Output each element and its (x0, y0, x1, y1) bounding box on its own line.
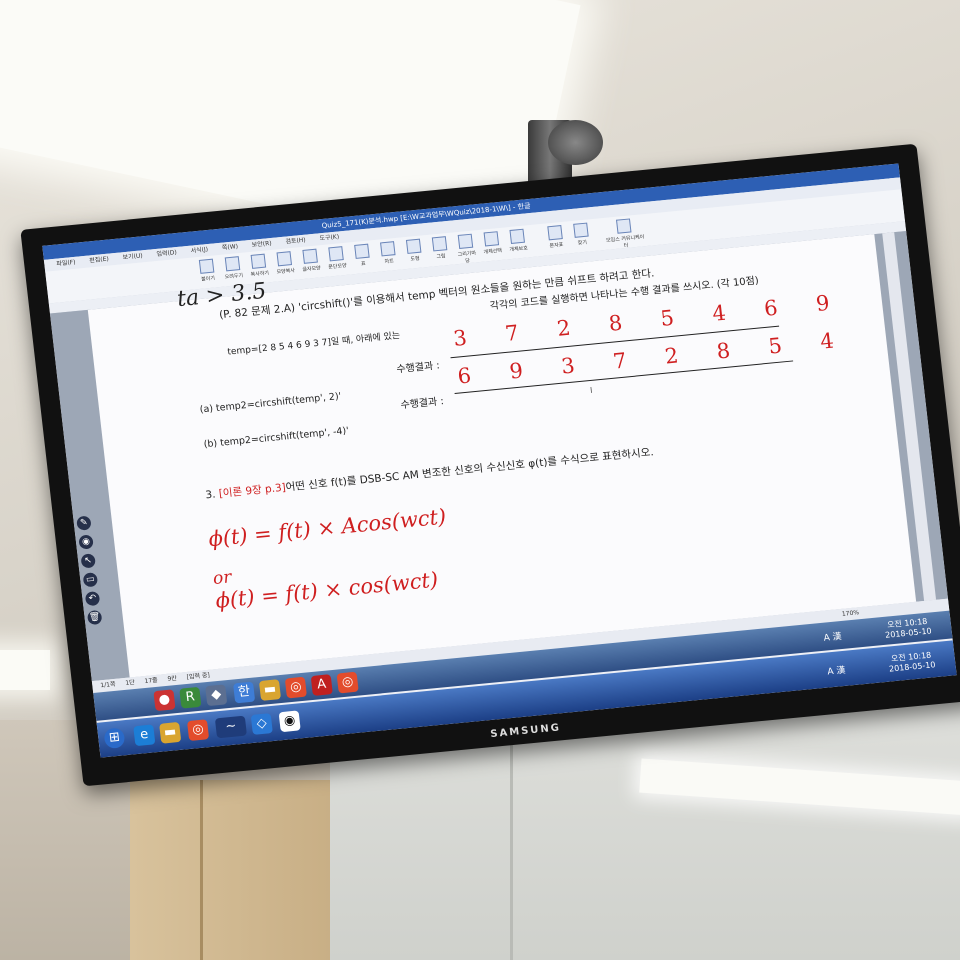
ceiling-light-small (0, 650, 50, 690)
messenger-icon (615, 218, 632, 234)
status-line: 17줄 (144, 676, 159, 686)
app-icon[interactable]: ~ (214, 715, 247, 739)
ribbon-button[interactable]: 찾기 (569, 222, 594, 247)
cabinet-divider (200, 780, 203, 960)
item-b: (b) temp2=circshift(temp', -4)' (203, 425, 350, 451)
ribbon-button[interactable]: 표 (350, 243, 375, 268)
question3-ref: [이론 9장 p.3] (218, 481, 287, 501)
mount-plate (548, 120, 603, 165)
ie-icon[interactable]: e (133, 724, 156, 747)
cut-icon (224, 256, 241, 272)
font-icon (302, 248, 318, 264)
taskbar-clock[interactable]: 오전 10:18 2018-05-10 (884, 616, 933, 640)
item-a: (a) temp2=circshift(temp', 2)' (199, 390, 342, 416)
photo-scene: SAMSUNG Quiz5_171(K)분석.hwp [E:\W교과업무\WQu… (0, 0, 960, 960)
ribbon-button[interactable]: 문단모양 (324, 246, 349, 271)
wood-cabinet (130, 780, 360, 960)
chrome-icon[interactable]: ◎ (336, 671, 359, 694)
text-cursor-icon: I (589, 385, 594, 395)
menu-item[interactable]: 쪽(W) (222, 243, 239, 252)
temp-definition: temp=[2 8 5 4 6 9 3 7]일 때, 아래에 있는 (226, 331, 401, 358)
menu-item[interactable]: 파일(F) (56, 259, 76, 268)
menu-item[interactable]: 편집(E) (89, 256, 109, 265)
result-label-a: 수행결과 : (395, 360, 441, 376)
cursor-icon[interactable]: ↖ (80, 553, 96, 569)
binoculars-icon (573, 222, 589, 238)
symbol-icon (547, 225, 563, 241)
monitor-screen: Quiz5_171(K)분석.hwp [E:\W교과업무\WQuiz\2018-… (42, 163, 957, 758)
ribbon-button[interactable]: 모양복사 (273, 251, 298, 276)
trash-icon[interactable]: 🗑 (86, 609, 103, 626)
location-icon[interactable]: ◉ (278, 710, 301, 733)
folder-icon[interactable]: ▬ (258, 679, 282, 701)
select-icon (483, 231, 500, 247)
menu-item[interactable]: 입력(D) (156, 249, 177, 258)
ribbon-button[interactable]: 글자모양 (298, 248, 323, 273)
menu-item[interactable]: 보기(U) (122, 252, 143, 261)
shape-icon (405, 238, 422, 254)
lock-icon (509, 228, 525, 244)
question3: 3. [이론 9장 p.3]어떤 신호 f(t)를 DSB-SC AM 변조한 … (205, 444, 655, 502)
equation-1: ϕ(t) = f(t) × Acos(wct) (207, 504, 448, 552)
paste-icon (198, 258, 215, 274)
question3-number: 3. (204, 488, 217, 502)
ime-indicator[interactable]: A 漢 (827, 663, 846, 678)
document-page[interactable]: ta > 3.5 (P. 82 문제 2.A) 'circshift()'를 이… (87, 234, 917, 678)
ribbon-button[interactable]: 문자표 (543, 225, 568, 250)
app-icon[interactable]: ◆ (205, 684, 228, 707)
format-painter-icon (276, 251, 293, 267)
ribbon-button[interactable]: 개체선택 (480, 231, 505, 256)
app-icon[interactable]: ◇ (250, 713, 273, 735)
ribbon-button[interactable]: 오려두기 (221, 256, 246, 281)
paragraph-icon (328, 246, 344, 262)
menu-item[interactable]: 보안(R) (251, 240, 272, 249)
glass-mullion (510, 730, 513, 960)
copy-icon (250, 253, 267, 269)
equation-or: or (211, 567, 233, 589)
start-icon[interactable]: ⊞ (103, 727, 126, 750)
picture-icon (431, 236, 448, 252)
status-page: 1/1쪽 (100, 680, 116, 690)
question3-text: 어떤 신호 f(t)를 DSB-SC AM 변조한 신호의 수신신호 φ(t)를… (285, 446, 655, 494)
ribbon-button[interactable]: 그림 (428, 236, 453, 261)
pen-icon[interactable]: ✎ (76, 515, 92, 531)
pdf-icon[interactable]: A (310, 674, 333, 696)
menu-item[interactable]: 서식(J) (190, 246, 208, 255)
app-icon[interactable]: R (179, 686, 202, 709)
hwp-icon[interactable]: 한 (233, 681, 256, 704)
chrome-icon[interactable]: ◎ (284, 676, 307, 699)
app-icon[interactable]: ● (153, 689, 176, 712)
status-mode: [입력 중] (186, 671, 211, 681)
menu-item[interactable]: 검토(H) (285, 237, 306, 246)
taskbar-clock[interactable]: 오전 10:18 2018-05-10 (887, 650, 936, 674)
ime-indicator[interactable]: A 漢 (823, 629, 842, 644)
ribbon-button[interactable]: 붙이기 (195, 258, 220, 283)
result-label-b: 수행결과 : (400, 396, 445, 412)
ribbon-button[interactable]: 차트 (376, 241, 401, 266)
undo-icon[interactable]: ↶ (84, 591, 101, 607)
status-section: 1단 (125, 679, 136, 687)
chrome-icon[interactable]: ◎ (186, 719, 210, 742)
eye-icon[interactable]: ◉ (78, 534, 94, 550)
drawing-icon (457, 233, 474, 249)
table-icon (354, 243, 370, 259)
monitor: SAMSUNG Quiz5_171(K)분석.hwp [E:\W교과업무\WQu… (20, 143, 960, 787)
ribbon-button[interactable]: 복사하기 (247, 253, 272, 278)
folder-icon[interactable]: ▬ (159, 721, 182, 744)
eraser-icon[interactable]: ▭ (82, 572, 99, 588)
ribbon-button[interactable]: 개체보호 (505, 228, 530, 253)
ribbon-button[interactable]: 도형 (402, 238, 427, 263)
equation-2: ϕ(t) = f(t) × cos(wct) (214, 567, 440, 613)
chart-icon (380, 241, 396, 257)
ribbon-button[interactable]: 그리기마당 (454, 233, 479, 265)
menu-item[interactable]: 도구(K) (319, 233, 339, 242)
status-col: 9칸 (167, 674, 178, 683)
